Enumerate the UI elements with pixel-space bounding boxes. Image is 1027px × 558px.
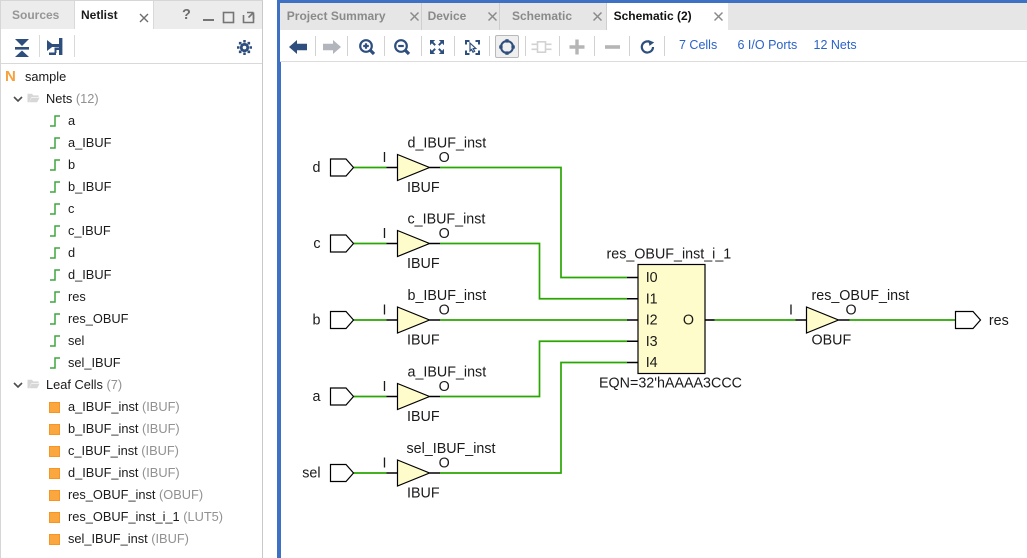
svg-text:I0: I0 <box>646 270 658 286</box>
svg-text:I: I <box>383 226 387 242</box>
svg-text:O: O <box>846 303 857 319</box>
svg-text:c: c <box>313 236 320 252</box>
svg-text:sel_IBUF_inst: sel_IBUF_inst <box>407 441 496 457</box>
svg-text:I: I <box>383 150 387 166</box>
svg-text:I: I <box>383 303 387 319</box>
svg-text:a: a <box>313 389 321 405</box>
svg-text:I4: I4 <box>646 355 658 371</box>
svg-text:O: O <box>439 303 450 319</box>
svg-text:IBUF: IBUF <box>407 486 440 502</box>
svg-text:I3: I3 <box>646 334 658 350</box>
svg-text:I2: I2 <box>646 313 658 329</box>
svg-text:IBUF: IBUF <box>407 256 440 272</box>
svg-text:sel: sel <box>302 466 320 482</box>
svg-text:O: O <box>439 379 450 395</box>
svg-text:O: O <box>439 456 450 472</box>
svg-text:I1: I1 <box>646 291 658 307</box>
svg-text:IBUF: IBUF <box>407 180 440 196</box>
svg-text:I: I <box>383 456 387 472</box>
svg-text:O: O <box>439 226 450 242</box>
svg-text:b: b <box>313 313 321 329</box>
svg-text:OBUF: OBUF <box>812 333 852 349</box>
svg-text:IBUF: IBUF <box>407 333 440 349</box>
svg-text:O: O <box>683 313 694 329</box>
svg-text:O: O <box>439 150 450 166</box>
svg-text:EQN=32'hAAAA3CCC: EQN=32'hAAAA3CCC <box>599 376 742 392</box>
svg-text:res_OBUF_inst_i_1: res_OBUF_inst_i_1 <box>607 247 732 263</box>
svg-text:I: I <box>789 303 793 319</box>
svg-text:res_OBUF_inst: res_OBUF_inst <box>812 288 910 304</box>
svg-text:d: d <box>313 160 321 176</box>
svg-text:res: res <box>989 313 1009 329</box>
svg-text:I: I <box>383 379 387 395</box>
svg-text:IBUF: IBUF <box>407 409 440 425</box>
